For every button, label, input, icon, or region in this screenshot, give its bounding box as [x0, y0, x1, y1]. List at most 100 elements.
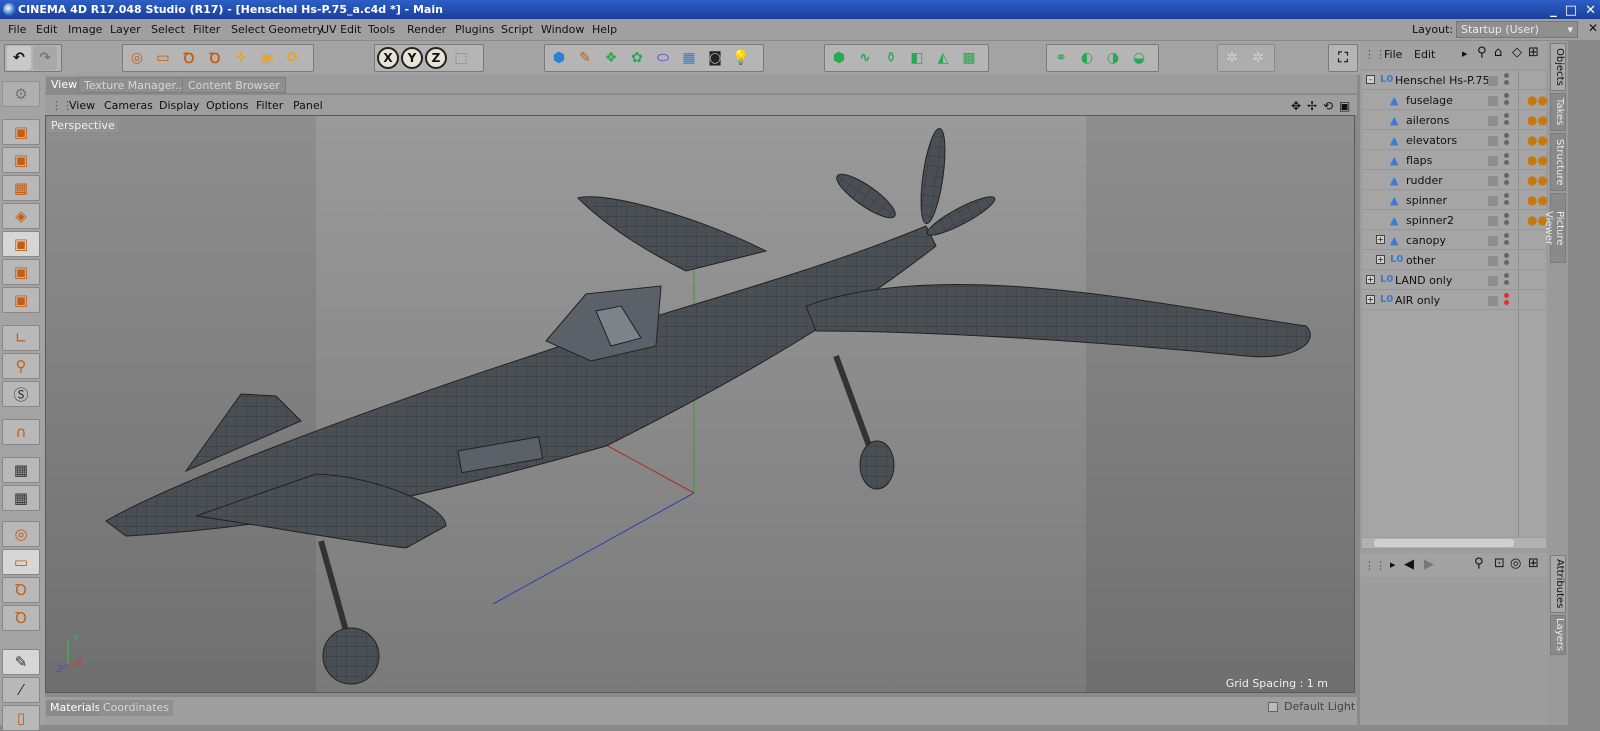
layer-swatch[interactable]: [1488, 276, 1498, 286]
toggle-view-icon[interactable]: ▣: [1339, 99, 1350, 113]
material-tag-icon[interactable]: ●●: [1527, 193, 1548, 207]
layer-swatch[interactable]: [1488, 296, 1498, 306]
menu-image[interactable]: Image: [68, 23, 102, 36]
edges-mode-icon[interactable]: ◐: [1075, 46, 1099, 70]
layout-select[interactable]: Startup (User) ▾: [1456, 21, 1578, 38]
solo-icon[interactable]: Ⓢ: [2, 381, 40, 407]
vmenu-filter[interactable]: Filter: [256, 99, 283, 112]
vmenu-display[interactable]: Display: [159, 99, 200, 112]
material-tag-icon[interactable]: ●●: [1527, 93, 1548, 107]
workplane-grid-icon[interactable]: ◈: [2, 203, 40, 229]
layer-swatch[interactable]: [1488, 216, 1498, 226]
workplane-icon[interactable]: ✲: [1246, 46, 1270, 70]
new-panel-icon[interactable]: ⊞: [1528, 45, 1539, 60]
airplane-model[interactable]: [46, 116, 1355, 693]
perspective-viewport[interactable]: Perspective Y X Z Grid Spacing : 1 m: [45, 115, 1355, 693]
loft-icon[interactable]: ▩: [957, 46, 981, 70]
material-tag-icon[interactable]: ●●: [1527, 133, 1548, 147]
model-icon[interactable]: ▣: [2, 119, 40, 145]
paint-icon[interactable]: ▯: [2, 705, 40, 731]
move-icon[interactable]: ✛: [229, 46, 253, 70]
deformer-icon[interactable]: ⬭: [651, 46, 675, 70]
layer-swatch[interactable]: [1488, 176, 1498, 186]
close-button[interactable]: ✕: [1585, 1, 1596, 20]
layer-swatch[interactable]: [1488, 96, 1498, 106]
fullscreen-icon[interactable]: ⛶: [1331, 46, 1355, 70]
tab-materials[interactable]: Materials: [46, 700, 105, 716]
tab-coordinates[interactable]: Coordinates: [99, 700, 174, 716]
home-icon[interactable]: ⌂: [1494, 45, 1502, 60]
vmenu-panel[interactable]: Panel: [293, 99, 323, 112]
axis-icon[interactable]: ∟: [2, 325, 40, 351]
orbit-icon[interactable]: ⟲: [1323, 99, 1333, 113]
lens-icon[interactable]: ◇: [1512, 45, 1522, 60]
model-mode-icon[interactable]: ⚙: [2, 81, 40, 107]
menu-uv-edit[interactable]: UV Edit: [321, 23, 361, 36]
expand-icon[interactable]: +: [1366, 295, 1375, 304]
expand-arrow-icon[interactable]: ▸: [1390, 558, 1396, 571]
tab-objects[interactable]: Objects: [1550, 43, 1566, 91]
object-mode-icon[interactable]: ◒: [1127, 46, 1151, 70]
layer-swatch[interactable]: [1488, 196, 1498, 206]
collapse-icon[interactable]: -: [1366, 75, 1375, 84]
material-tag-icon[interactable]: ●●: [1527, 173, 1548, 187]
magnet-icon[interactable]: ∩: [2, 419, 40, 445]
panel-close-icon[interactable]: ✕: [1588, 21, 1598, 35]
poly-select-icon[interactable]: Ꝺ: [2, 605, 40, 631]
extrude-icon[interactable]: ◧: [905, 46, 929, 70]
visibility-dots-icon[interactable]: [1504, 253, 1509, 258]
rotate-icon[interactable]: ⟳: [281, 46, 305, 70]
visibility-dots-icon[interactable]: [1504, 133, 1509, 138]
live-select-icon[interactable]: ◎: [2, 521, 40, 547]
visibility-dots-icon[interactable]: [1504, 213, 1509, 218]
lock-icon[interactable]: ⊡: [1494, 556, 1505, 571]
expand-icon[interactable]: +: [1376, 235, 1385, 244]
material-tag-icon[interactable]: ●●: [1527, 113, 1548, 127]
layer-swatch[interactable]: [1488, 116, 1498, 126]
lathe-icon[interactable]: ⚱: [879, 46, 903, 70]
polygons-icon[interactable]: ▣: [2, 287, 40, 313]
tab-structure[interactable]: Structure: [1550, 133, 1566, 191]
minimize-button[interactable]: _: [1550, 1, 1557, 20]
search-icon[interactable]: ⚲: [1474, 556, 1484, 571]
tab-takes[interactable]: Takes: [1550, 93, 1566, 131]
planar-workplane-icon[interactable]: ▦: [2, 485, 40, 511]
lock-workplane-icon[interactable]: ▦: [2, 457, 40, 483]
visibility-dots-icon[interactable]: [1504, 93, 1509, 98]
edges-icon[interactable]: ▣: [2, 259, 40, 285]
floor-icon[interactable]: ▦: [677, 46, 701, 70]
menu-file[interactable]: File: [8, 23, 26, 36]
tab-content-browser[interactable]: Content Browser: [182, 77, 286, 93]
menu-tools[interactable]: Tools: [368, 23, 395, 36]
spline-icon[interactable]: ∿: [853, 46, 877, 70]
om-menu-edit[interactable]: Edit: [1414, 48, 1435, 61]
menu-select[interactable]: Select: [151, 23, 185, 36]
visibility-dots-icon[interactable]: [1504, 113, 1509, 118]
menu-layer[interactable]: Layer: [110, 23, 141, 36]
scroll-thumb[interactable]: [1374, 539, 1514, 547]
pan-icon[interactable]: ✥: [1291, 99, 1301, 113]
vmenu-view[interactable]: View: [69, 99, 95, 112]
make-editable-icon[interactable]: ⬢: [827, 46, 851, 70]
menu-edit[interactable]: Edit: [36, 23, 57, 36]
polygon-selection-icon[interactable]: Ꝺ: [203, 46, 227, 70]
layer-swatch[interactable]: [1488, 156, 1498, 166]
tab-view[interactable]: View: [46, 77, 83, 93]
menu-help[interactable]: Help: [592, 23, 617, 36]
pen-icon[interactable]: ✎: [573, 46, 597, 70]
points-icon[interactable]: ▣: [2, 231, 40, 257]
snap-icon[interactable]: ✲: [1220, 46, 1244, 70]
y-axis-button[interactable]: Y: [401, 47, 423, 69]
back-arrow-icon[interactable]: ◀: [1404, 557, 1414, 572]
om-menu-file[interactable]: File: [1384, 48, 1402, 61]
vmenu-options[interactable]: Options: [206, 99, 248, 112]
expand-arrow-icon[interactable]: ▸: [1462, 47, 1468, 60]
eyedropper-icon[interactable]: ⁄: [2, 677, 40, 703]
cloner-icon[interactable]: ✿: [625, 46, 649, 70]
z-axis-button[interactable]: Z: [425, 47, 447, 69]
menu-select-geometry[interactable]: Select Geometry: [231, 23, 323, 36]
camera-icon[interactable]: ◙: [703, 46, 727, 70]
texture-icon[interactable]: ▣: [2, 147, 40, 173]
visibility-dots-icon[interactable]: [1504, 73, 1509, 78]
material-tag-icon[interactable]: ●●: [1527, 153, 1548, 167]
